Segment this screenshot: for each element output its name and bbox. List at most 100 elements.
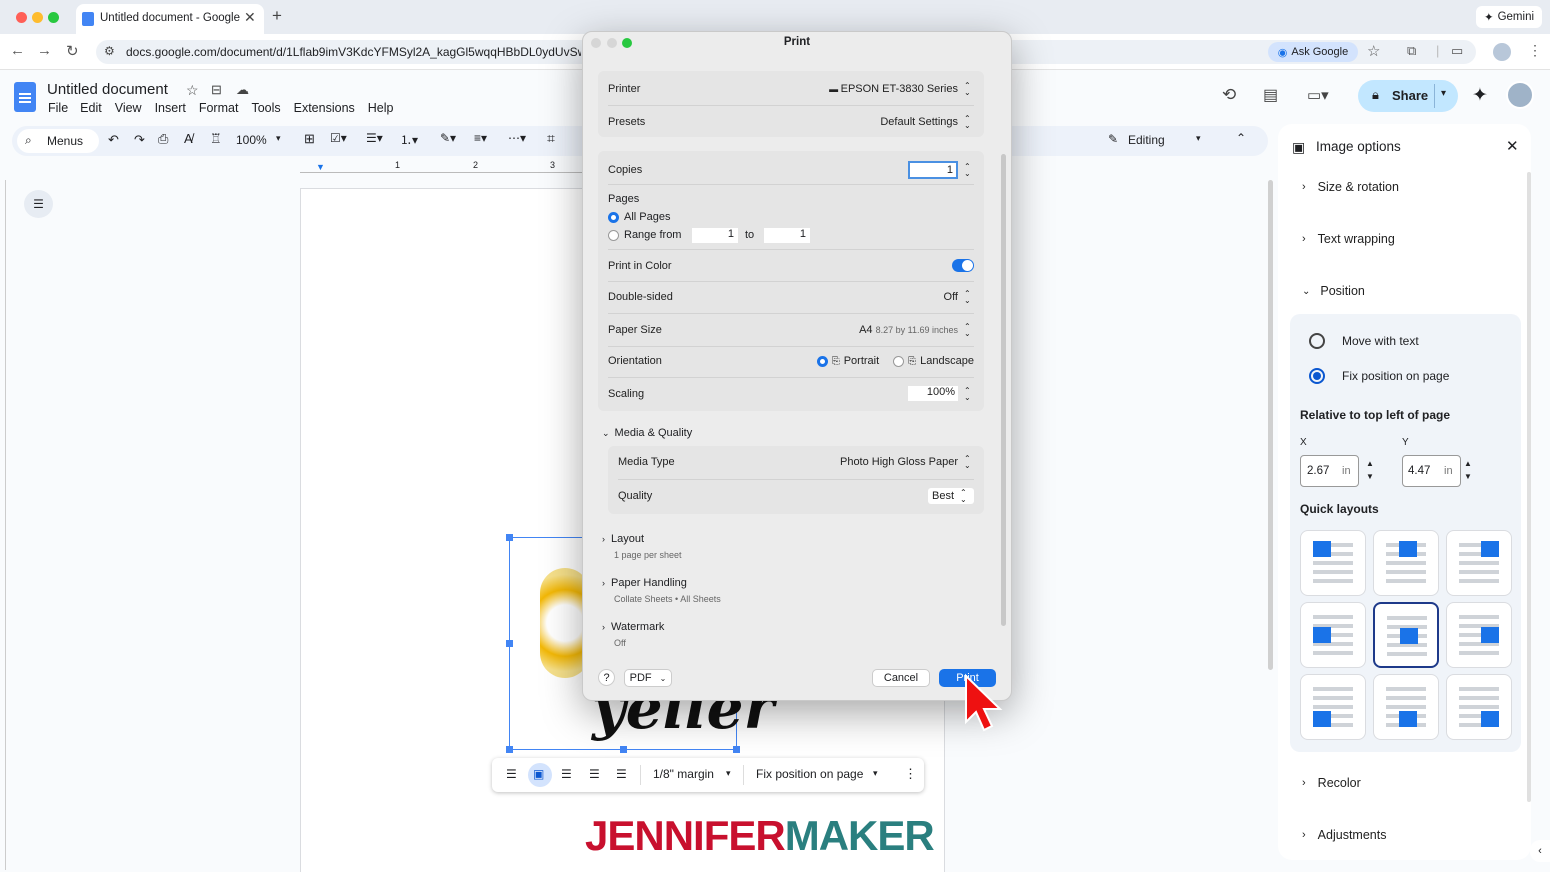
window-zoom-button[interactable] [48,12,59,23]
version-history-icon[interactable]: ⟲ [1222,85,1236,105]
break-text-icon[interactable]: ☰ [561,767,572,781]
resize-handle[interactable] [506,640,513,647]
ask-google-button[interactable]: ◉ Ask Google [1268,42,1358,62]
quick-layout-top-center[interactable] [1373,530,1439,596]
menu-insert[interactable]: Insert [155,101,186,115]
window-close-button[interactable] [16,12,27,23]
behind-text-icon[interactable]: ☰ [589,767,600,781]
redo-icon[interactable]: ↷ [134,132,145,148]
meet-icon[interactable]: ▭▾ [1307,86,1329,104]
panel-scrollbar[interactable] [1527,172,1531,802]
checklist-icon[interactable]: ☑▾ [330,131,347,145]
media-quality-section[interactable]: ⌄ Media & Quality [602,427,692,439]
y-position-input[interactable]: 4.47 in [1402,455,1461,487]
resize-handle[interactable] [620,746,627,753]
comments-icon[interactable]: ▤ [1263,85,1278,105]
media-type-select[interactable]: Photo High Gloss Paper ⌃ ⌄ [840,455,974,470]
watermark-section[interactable]: › Watermark [602,621,664,633]
more-options-icon[interactable]: ⋮ [904,766,917,782]
adjustments-section[interactable]: › Adjustments [1302,828,1386,842]
quick-layout-top-left[interactable] [1300,530,1366,596]
share-dropdown-icon[interactable]: ▾ [1441,88,1446,99]
close-panel-icon[interactable]: ✕ [1506,137,1519,155]
quick-layout-top-right[interactable] [1446,530,1512,596]
paper-size-select[interactable]: A4 8.27 by 11.69 inches ⌃ ⌄ [859,323,974,338]
editing-dropdown-icon[interactable]: ▾ [1196,133,1201,144]
print-color-toggle[interactable] [952,259,974,272]
window-minimize-button[interactable] [32,12,43,23]
quick-layout-bottom-center[interactable] [1373,674,1439,740]
position-section[interactable]: ⌄ Position [1302,284,1365,298]
quick-layout-middle-right[interactable] [1446,602,1512,668]
indent-marker-icon[interactable]: ▼ [316,162,325,172]
range-start-input[interactable]: 1 [692,228,738,243]
fix-position-radio[interactable] [1309,368,1325,384]
share-button[interactable]: 🔒︎ Share ▾ [1358,80,1458,112]
reload-icon[interactable]: ↻ [66,42,79,60]
printer-select[interactable]: ▬ EPSON ET-3830 Series ⌃ ⌄ [829,82,974,97]
in-front-text-icon[interactable]: ☰ [616,767,627,781]
undo-icon[interactable]: ↶ [108,132,119,148]
margin-select[interactable]: 1/8" margin [653,767,714,781]
tab-close-icon[interactable]: ✕ [244,9,256,26]
size-rotation-section[interactable]: › Size & rotation [1302,180,1399,194]
site-info-icon[interactable]: ⚙ [104,44,115,58]
presets-select[interactable]: Default Settings ⌃ ⌄ [880,115,974,130]
text-wrapping-section[interactable]: › Text wrapping [1302,232,1395,246]
menu-tools[interactable]: Tools [251,101,280,115]
bookmark-star-icon[interactable]: ☆ [1367,42,1380,60]
cancel-button[interactable]: Cancel [872,669,930,687]
collapse-menus-icon[interactable]: ⌃ [1236,131,1246,145]
add-comment-icon[interactable]: ⊞ [304,131,315,147]
side-panel-icon[interactable]: ▭ [1451,43,1463,59]
paint-format-icon[interactable]: ♖ [210,131,222,147]
quick-layout-bottom-right[interactable] [1446,674,1512,740]
layout-section[interactable]: › Layout [602,533,644,545]
help-button[interactable]: ? [598,669,615,686]
spellcheck-icon[interactable]: A̸ [184,131,193,146]
recolor-section[interactable]: › Recolor [1302,776,1361,790]
numbered-list-icon[interactable]: ⒈▾ [400,131,418,148]
move-with-text-radio[interactable] [1309,333,1325,349]
menu-format[interactable]: Format [199,101,239,115]
zoom-select[interactable]: 100% [236,133,267,147]
gemini-button[interactable]: ✦ Gemini [1476,6,1542,28]
gemini-sparkle-icon[interactable]: ✦ [1472,84,1488,107]
border-weight-icon[interactable]: ≡▾ [474,131,487,145]
quick-layout-middle-left[interactable] [1300,602,1366,668]
document-outline-icon[interactable]: ☰ [24,190,53,218]
paper-handling-section[interactable]: › Paper Handling [602,577,687,589]
border-color-icon[interactable]: ✎▾ [440,131,456,145]
scaling-stepper-icon[interactable]: ⌃ ⌄ [964,386,974,401]
forward-arrow-icon[interactable]: → [37,42,52,59]
menu-edit[interactable]: Edit [80,101,102,115]
copies-input[interactable]: 1 [908,161,958,179]
editing-mode-select[interactable]: Editing [1128,133,1165,147]
browser-tab[interactable]: Untitled document - Google D ✕ [76,4,264,34]
extensions-icon[interactable]: ⧉ [1407,43,1416,59]
scaling-input[interactable]: 100% [908,386,958,401]
menu-help[interactable]: Help [368,101,394,115]
profile-avatar[interactable] [1493,43,1511,61]
menu-view[interactable]: View [115,101,142,115]
resize-handle[interactable] [506,746,513,753]
all-pages-radio[interactable] [608,212,619,223]
page-scrollbar[interactable] [1268,180,1273,670]
docs-logo-icon[interactable] [14,82,36,112]
x-position-input[interactable]: 2.67 in [1300,455,1359,487]
quality-select[interactable]: Best ⌃ ⌄ [927,488,974,504]
wrap-inline-icon[interactable]: ☰ [506,767,517,781]
resize-handle[interactable] [506,534,513,541]
range-end-input[interactable]: 1 [764,228,810,243]
browser-menu-icon[interactable]: ⋮ [1528,42,1542,59]
zoom-dropdown-icon[interactable]: ▾ [276,133,281,144]
landscape-radio[interactable] [893,355,905,367]
quick-layout-bottom-left[interactable] [1300,674,1366,740]
wrap-text-icon[interactable]: ▣ [533,767,544,781]
menu-file[interactable]: File [48,101,68,115]
move-folder-icon[interactable]: ⊟ [211,82,222,98]
star-icon[interactable]: ☆ [186,82,199,99]
crop-icon[interactable]: ⌗ [547,130,555,147]
document-title[interactable]: Untitled document [47,81,168,98]
border-dash-icon[interactable]: ⋯▾ [508,131,526,145]
